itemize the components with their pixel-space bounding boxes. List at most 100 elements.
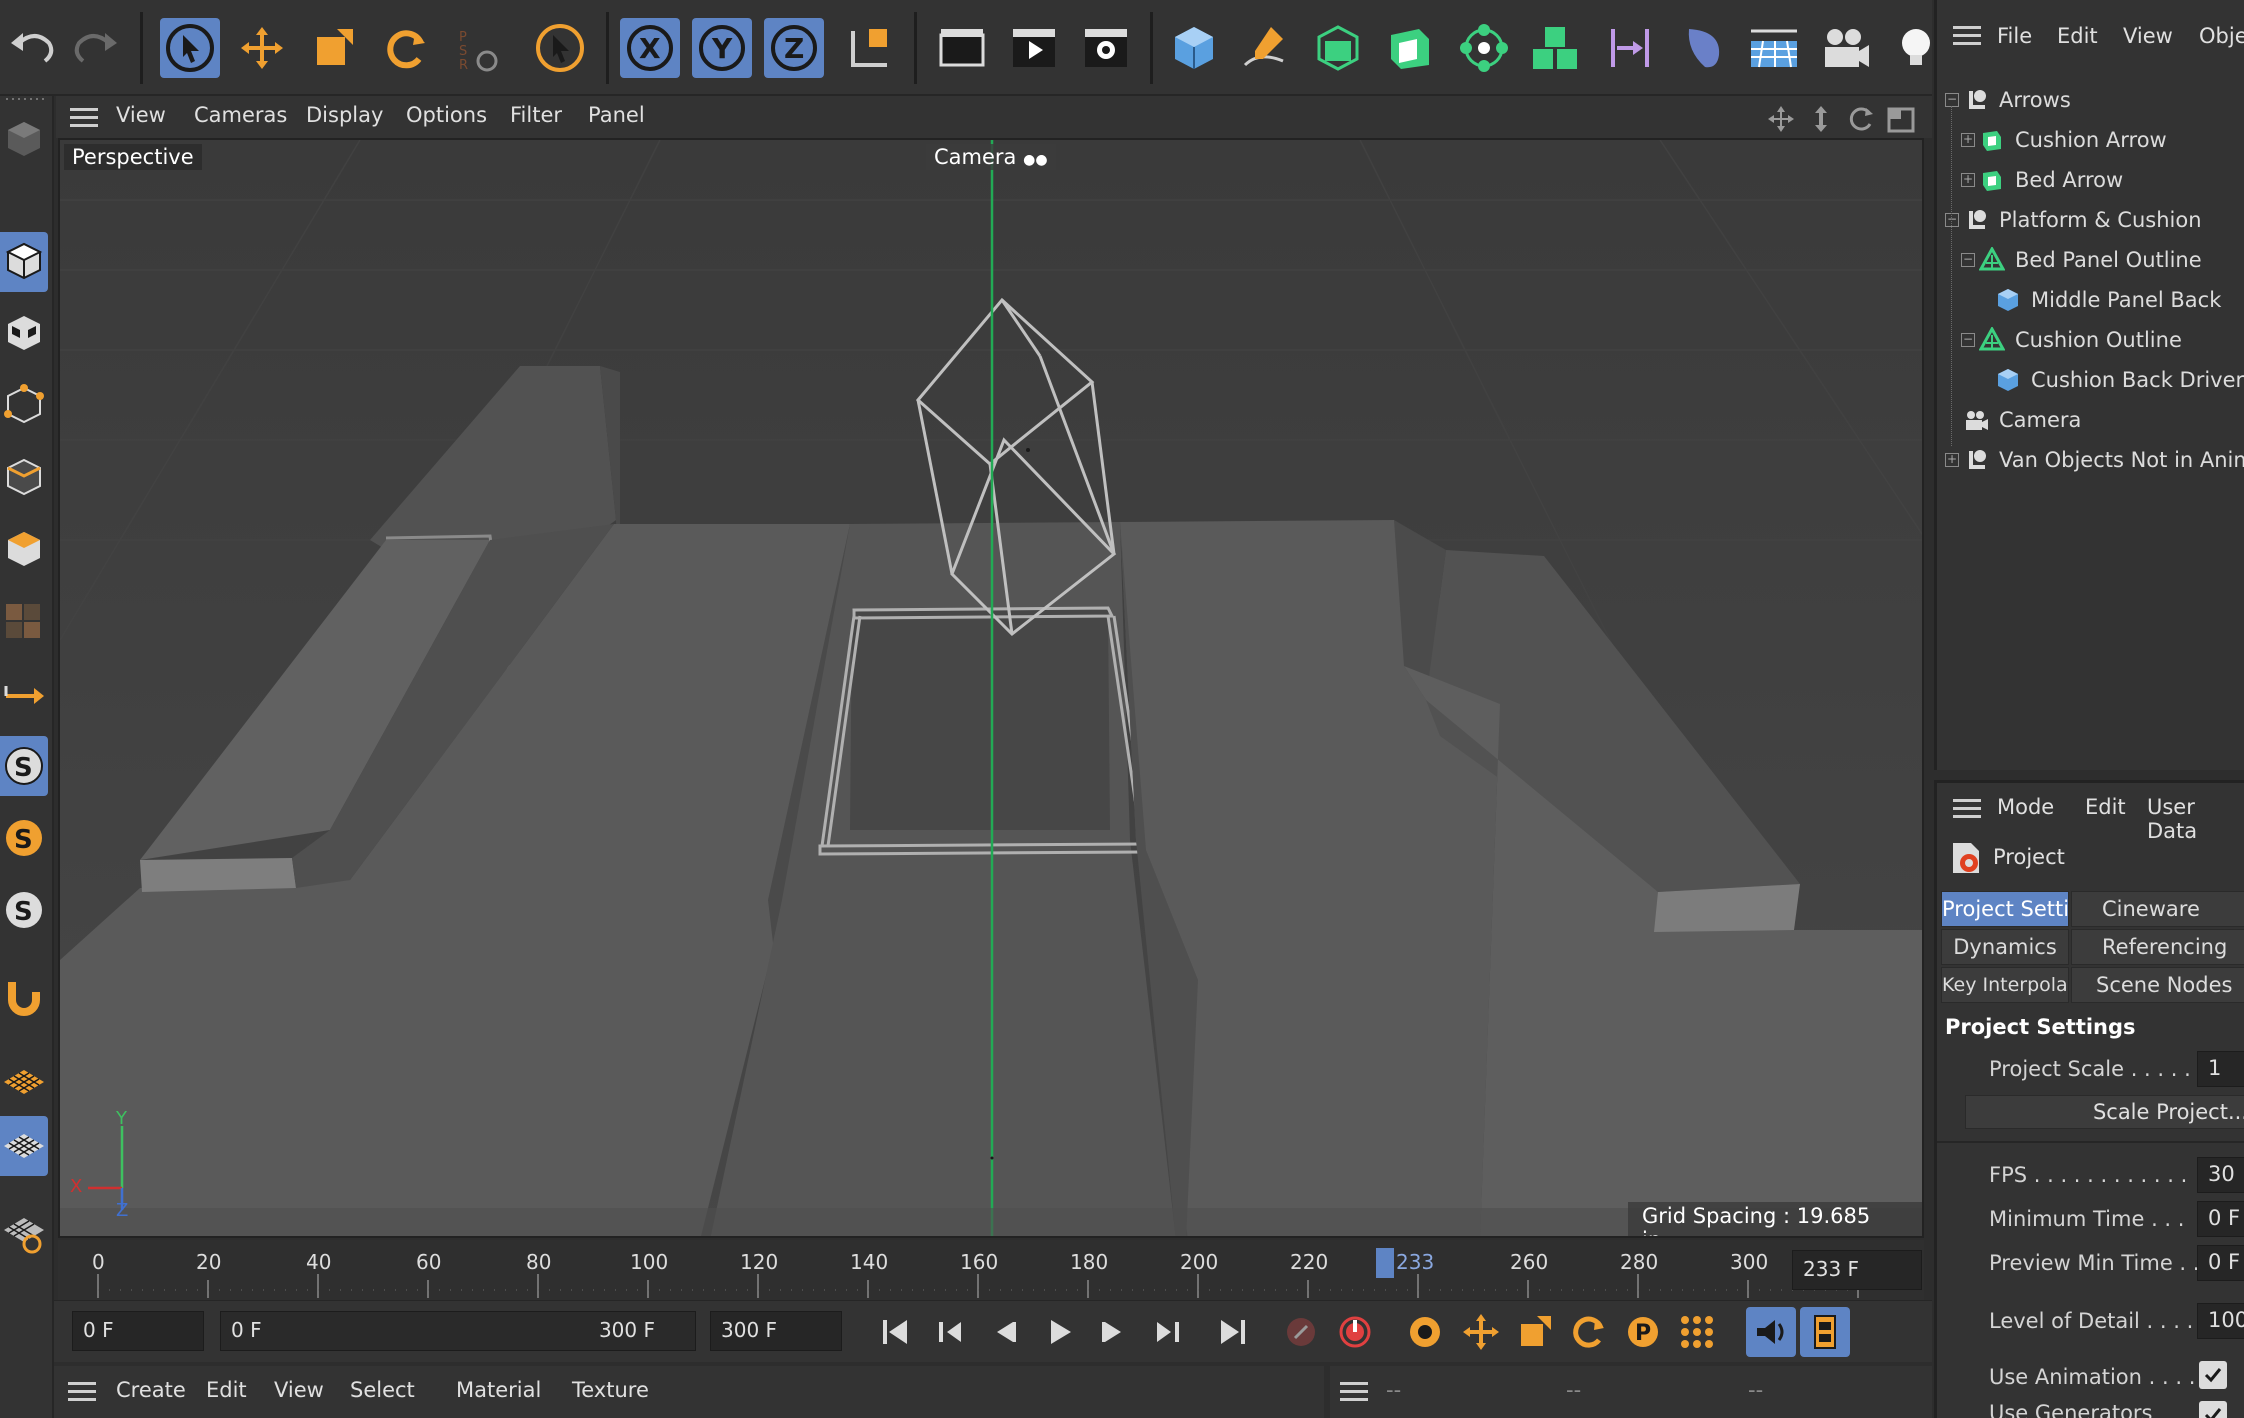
field-icon[interactable] (1672, 18, 1732, 78)
coordinate-system-icon[interactable] (840, 18, 900, 78)
z-axis-lock-icon[interactable]: Z (764, 18, 824, 78)
use-animation-checkbox[interactable] (2199, 1361, 2227, 1389)
points-mode-icon[interactable] (0, 376, 48, 436)
level-of-detail-field[interactable]: 100 (2197, 1303, 2244, 1339)
attr-menu-user-data[interactable]: User Data (2147, 795, 2244, 843)
tab-project-settings[interactable]: Project Settings (1941, 891, 2069, 927)
attr-menu-edit[interactable]: Edit (2085, 795, 2126, 819)
coord-menu-hamburger-icon[interactable] (1340, 1382, 1368, 1402)
timeline-ruler[interactable]: 0 20 40 60 80 100 120 140 160 180 200 22… (58, 1240, 1924, 1300)
tree-expander-icon[interactable]: − (1961, 253, 1975, 267)
material-menu-material[interactable]: Material (456, 1378, 541, 1402)
rotation-key-icon[interactable] (1564, 1307, 1614, 1357)
viewport-menu-panel[interactable]: Panel (588, 103, 645, 127)
render-settings-icon[interactable] (1076, 18, 1136, 78)
tree-expander-icon[interactable]: − (1945, 93, 1959, 107)
tab-dynamics[interactable]: Dynamics (1941, 929, 2069, 965)
bend-deformer-icon[interactable] (1600, 18, 1660, 78)
tree-expander-icon[interactable]: − (1961, 333, 1975, 347)
tree-item-bed-arrow[interactable]: Bed Arrow (1979, 160, 2123, 200)
tree-expander-icon[interactable]: + (1961, 133, 1975, 147)
tree-item-arrows[interactable]: Arrows (1963, 80, 2071, 120)
live-selection-icon[interactable] (530, 18, 590, 78)
record-disabled-icon[interactable] (1276, 1307, 1326, 1357)
scale-project-button[interactable]: Scale Project... (1965, 1095, 2244, 1129)
tree-item-cushion-back-driver[interactable]: Cushion Back Driver (1995, 360, 2244, 400)
point-level-key-icon[interactable] (1672, 1307, 1722, 1357)
frame-range-slider[interactable]: 0 F 300 F (220, 1311, 696, 1351)
end-frame-field[interactable]: 300 F (710, 1311, 842, 1351)
previous-frame-icon[interactable] (980, 1307, 1030, 1357)
x-axis-lock-icon[interactable]: X (620, 18, 680, 78)
pan-view-icon[interactable] (1766, 104, 1796, 134)
scale-key-icon[interactable] (1510, 1307, 1560, 1357)
tree-item-cushion-arrow[interactable]: Cushion Arrow (1979, 120, 2167, 160)
viewport-view-label[interactable]: Perspective (64, 144, 202, 170)
viewport-menu-hamburger-icon[interactable] (70, 108, 98, 128)
material-menu-edit[interactable]: Edit (206, 1378, 247, 1402)
workplane-s-icon[interactable]: S (0, 880, 48, 940)
spline-pen-icon[interactable] (1236, 18, 1296, 78)
viewport-menu-options[interactable]: Options (406, 103, 487, 127)
tree-item-bed-panel-outline[interactable]: Bed Panel Outline (1979, 240, 2202, 280)
scale-icon[interactable] (304, 18, 364, 78)
maximize-view-icon[interactable] (1886, 104, 1916, 134)
tab-referencing[interactable]: Referencing (2071, 929, 2244, 965)
uv-mode-icon[interactable] (0, 592, 48, 652)
tree-item-camera[interactable]: Camera (1963, 400, 2081, 440)
workplane-grid-icon[interactable] (0, 1052, 48, 1112)
tree-expander-icon[interactable]: + (1945, 453, 1959, 467)
viewport-menu-display[interactable]: Display (306, 103, 383, 127)
preview-min-time-field[interactable]: 0 F (2197, 1245, 2244, 1281)
material-menu-texture[interactable]: Texture (572, 1378, 649, 1402)
object-menu-file[interactable]: File (1997, 24, 2032, 48)
film-strip-icon[interactable] (1800, 1307, 1850, 1357)
minimum-time-field[interactable]: 0 F (2197, 1201, 2244, 1237)
object-menu-view[interactable]: View (2123, 24, 2173, 48)
playhead[interactable] (1376, 1248, 1394, 1278)
position-key-icon[interactable] (1456, 1307, 1506, 1357)
subdivision-surface-icon[interactable] (1308, 18, 1368, 78)
parameter-key-icon[interactable]: P (1618, 1307, 1668, 1357)
use-generators-checkbox[interactable] (2199, 1401, 2227, 1418)
object-menu-obje[interactable]: Obje (2199, 24, 2244, 48)
play-icon[interactable] (1034, 1307, 1084, 1357)
locked-workplane-icon[interactable] (0, 1116, 48, 1176)
3d-viewport[interactable]: Y X Z Perspective Camera ●● Grid Spacing… (58, 138, 1924, 1238)
snap-settings-s-icon[interactable]: S (0, 808, 48, 868)
tree-item-platform-cushion[interactable]: Platform & Cushion (1963, 200, 2202, 240)
tab-cineware[interactable]: Cineware (2071, 891, 2244, 927)
edges-mode-icon[interactable] (0, 448, 48, 508)
go-to-start-icon[interactable] (870, 1307, 920, 1357)
sound-icon[interactable] (1746, 1307, 1796, 1357)
grip-handle[interactable] (4, 96, 44, 102)
redo-icon[interactable] (66, 18, 126, 78)
tree-expander-icon[interactable]: + (1961, 173, 1975, 187)
tree-expander-icon[interactable]: − (1945, 213, 1959, 227)
undo-icon[interactable] (2, 18, 62, 78)
attribute-menu-hamburger-icon[interactable] (1953, 799, 1981, 819)
make-editable-icon[interactable] (0, 110, 48, 170)
viewport-camera-label[interactable]: Camera ●● (926, 144, 1056, 170)
deformer-cubes-icon[interactable] (1526, 18, 1586, 78)
psr-icon[interactable]: PSR (448, 18, 508, 78)
object-menu-edit[interactable]: Edit (2057, 24, 2098, 48)
fps-field[interactable]: 30 (2197, 1157, 2244, 1193)
material-menu-select[interactable]: Select (350, 1378, 415, 1402)
texture-mode-icon[interactable] (0, 304, 48, 364)
floor-icon[interactable] (1744, 18, 1804, 78)
start-frame-field[interactable]: 0 F (72, 1311, 204, 1351)
next-frame-icon[interactable] (1088, 1307, 1138, 1357)
next-key-icon[interactable] (1142, 1307, 1192, 1357)
rotate-view-icon[interactable] (1846, 104, 1876, 134)
cube-object-icon[interactable] (1164, 18, 1224, 78)
render-view-icon[interactable] (932, 18, 992, 78)
attr-menu-mode[interactable]: Mode (1997, 795, 2054, 819)
magnet-icon[interactable] (0, 968, 48, 1028)
move-icon[interactable] (232, 18, 292, 78)
tab-key-interpolation[interactable]: Key Interpolation (1941, 967, 2069, 1003)
select-arrow-icon[interactable] (160, 18, 220, 78)
y-axis-lock-icon[interactable]: Y (692, 18, 752, 78)
viewport-menu-view[interactable]: View (116, 103, 166, 127)
current-frame-field[interactable]: 233 F (1792, 1250, 1922, 1290)
